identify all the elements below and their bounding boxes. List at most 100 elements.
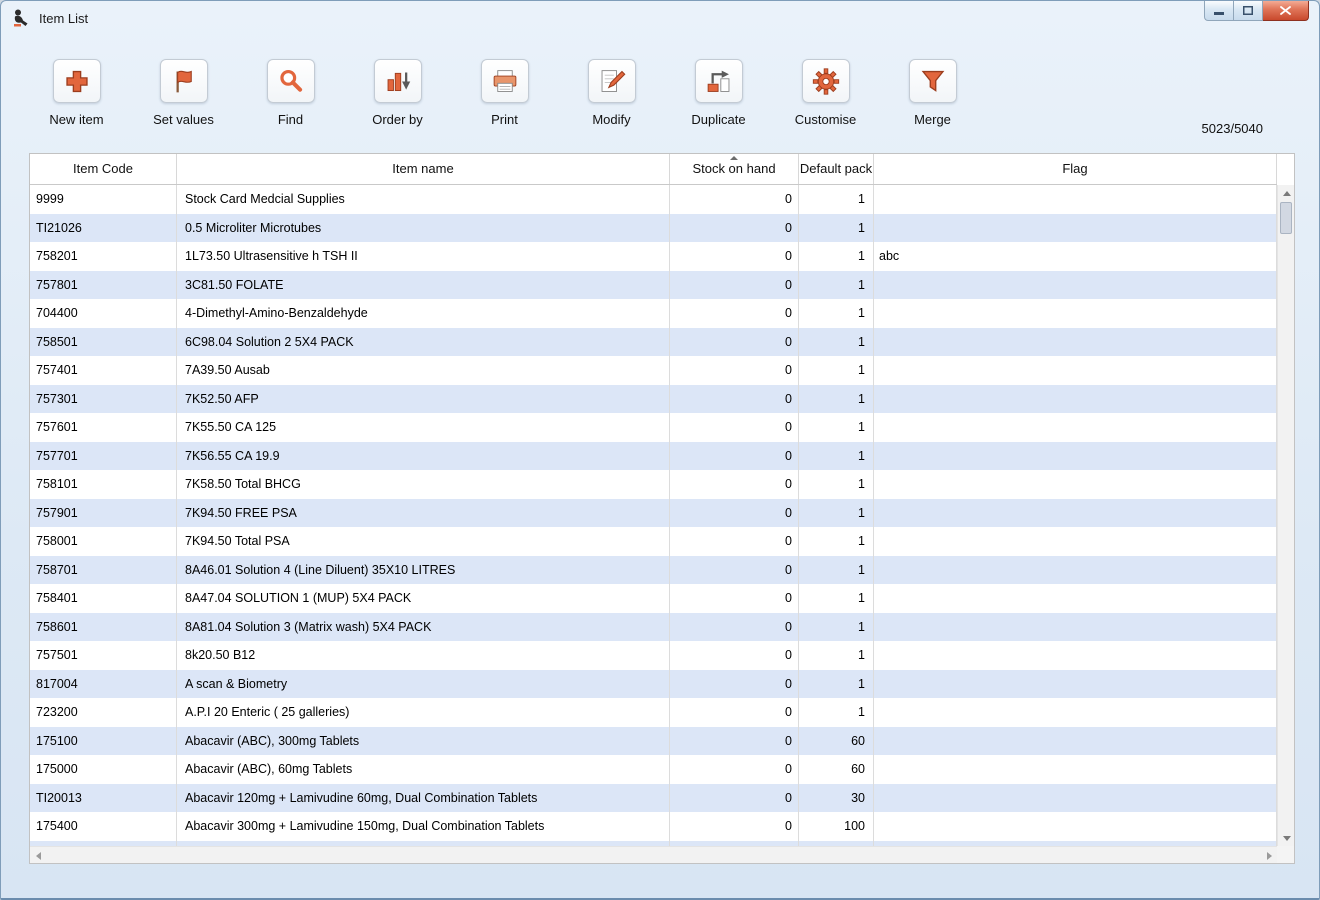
magnifier-icon[interactable] — [267, 59, 315, 103]
cell-code: 758401 — [30, 584, 177, 613]
toolbar-button-label: Customise — [795, 112, 856, 127]
cell-stock: 0 — [670, 328, 799, 357]
flag-icon[interactable] — [160, 59, 208, 103]
toolbar-button-set-values[interactable]: Set values — [130, 59, 237, 143]
item-list-window: Item List New item Set values FindOrder by… — [0, 0, 1320, 900]
cell-pack: 60 — [799, 727, 874, 756]
sort-bars-icon[interactable] — [374, 59, 422, 103]
column-header-label: Item name — [392, 162, 453, 176]
minimize-button[interactable] — [1204, 0, 1234, 21]
table-row[interactable]: 7585016C98.04 Solution 2 5X4 PACK01 — [30, 328, 1277, 357]
table-row[interactable]: 175000Abacavir (ABC), 60mg Tablets060 — [30, 755, 1277, 784]
toolbar-button-label: Print — [491, 112, 518, 127]
plus-icon[interactable] — [53, 59, 101, 103]
table-row[interactable]: 7574017A39.50 Ausab01 — [30, 356, 1277, 385]
cell-stock: 0 — [670, 413, 799, 442]
cell-flag — [874, 442, 1277, 471]
cell-pack: 1 — [799, 670, 874, 699]
table-row[interactable]: 175400Abacavir 300mg + Lamivudine 150mg,… — [30, 812, 1277, 841]
cell-flag — [874, 670, 1277, 699]
cell-code: 757801 — [30, 271, 177, 300]
funnel-icon[interactable] — [909, 59, 957, 103]
table-row[interactable]: 7587018A46.01 Solution 4 (Line Diluent) … — [30, 556, 1277, 585]
pencil-document-icon[interactable] — [588, 59, 636, 103]
gear-icon[interactable] — [802, 59, 850, 103]
cell-flag — [874, 556, 1277, 585]
table-row[interactable]: 7579017K94.50 FREE PSA01 — [30, 499, 1277, 528]
table-row[interactable]: 7575018k20.50 B1201 — [30, 641, 1277, 670]
app-icon — [11, 8, 31, 28]
toolbar-button-customise[interactable]: Customise — [772, 59, 879, 143]
scroll-down-icon[interactable] — [1278, 830, 1295, 846]
cell-name: A.P.I 20 Enteric ( 25 galleries) — [177, 698, 670, 727]
table-row[interactable]: 723200A.P.I 20 Enteric ( 25 galleries)01 — [30, 698, 1277, 727]
cell-pack: 1 — [799, 413, 874, 442]
item-count: 5023/5040 — [1202, 121, 1263, 136]
maximize-button[interactable] — [1234, 0, 1263, 21]
cell-flag: abc — [874, 242, 1277, 271]
cell-pack: 30 — [799, 784, 874, 813]
table-row[interactable]: 175100Abacavir (ABC), 300mg Tablets060 — [30, 727, 1277, 756]
cell-pack: 1 — [799, 214, 874, 243]
column-header-label: Item Code — [73, 162, 133, 176]
cell-flag — [874, 299, 1277, 328]
cell-name: 8A47.04 SOLUTION 1 (MUP) 5X4 PACK — [177, 584, 670, 613]
cell-code: TI21026 — [30, 214, 177, 243]
table-row[interactable]: TI210260.5 Microliter Microtubes01 — [30, 214, 1277, 243]
vertical-scrollbar[interactable] — [1277, 185, 1294, 846]
cell-flag — [874, 527, 1277, 556]
column-header-stock-on-hand[interactable]: Stock on hand — [670, 154, 799, 184]
cell-name: A scan & Biometry — [177, 670, 670, 699]
toolbar-button-find[interactable]: Find — [237, 59, 344, 143]
table-row[interactable]: 7044004-Dimethyl-Amino-Benzaldehyde01 — [30, 299, 1277, 328]
cell-flag — [874, 584, 1277, 613]
toolbar-button-label: Set values — [153, 112, 214, 127]
table-row[interactable]: 7581017K58.50 Total BHCG01 — [30, 470, 1277, 499]
cell-stock: 0 — [670, 755, 799, 784]
cell-flag — [874, 755, 1277, 784]
vertical-scrollbar-thumb[interactable] — [1280, 202, 1292, 234]
table-row[interactable]: 7576017K55.50 CA 12501 — [30, 413, 1277, 442]
scroll-left-icon[interactable] — [30, 847, 46, 864]
toolbar-button-duplicate[interactable]: Duplicate — [665, 59, 772, 143]
table-row[interactable]: 7584018A47.04 SOLUTION 1 (MUP) 5X4 PACK0… — [30, 584, 1277, 613]
cell-name: 3C81.50 FOLATE — [177, 271, 670, 300]
close-button[interactable] — [1263, 0, 1309, 21]
table-row[interactable]: 817004A scan & Biometry01 — [30, 670, 1277, 699]
toolbar-button-print[interactable]: Print — [451, 59, 558, 143]
column-header-item-code[interactable]: Item Code — [30, 154, 177, 184]
scroll-up-icon[interactable] — [1278, 185, 1295, 201]
titlebar[interactable]: Item List — [1, 1, 1319, 37]
table-row[interactable]: 9999Stock Card Medcial Supplies01 — [30, 185, 1277, 214]
printer-icon[interactable] — [481, 59, 529, 103]
column-header-default-pack[interactable]: Default pack — [799, 154, 874, 184]
cell-code: 723200 — [30, 698, 177, 727]
cell-pack: 1 — [799, 641, 874, 670]
cell-stock: 0 — [670, 214, 799, 243]
scroll-right-icon[interactable] — [1261, 847, 1277, 864]
column-header-item-name[interactable]: Item name — [177, 154, 670, 184]
cell-stock: 0 — [670, 442, 799, 471]
cell-stock: 0 — [670, 356, 799, 385]
table-row[interactable]: 7586018A81.04 Solution 3 (Matrix wash) 5… — [30, 613, 1277, 642]
toolbar-button-order-by[interactable]: Order by — [344, 59, 451, 143]
toolbar-button-label: Modify — [592, 112, 630, 127]
table-row[interactable]: 7577017K56.55 CA 19.901 — [30, 442, 1277, 471]
toolbar-button-new-item[interactable]: New item — [23, 59, 130, 143]
toolbar-button-modify[interactable]: Modify — [558, 59, 665, 143]
table-row[interactable]: 7573017K52.50 AFP01 — [30, 385, 1277, 414]
cell-pack: 1 — [799, 527, 874, 556]
column-header-flag[interactable]: Flag — [874, 154, 1277, 184]
table-row[interactable]: 7578013C81.50 FOLATE01 — [30, 271, 1277, 300]
table-row[interactable]: 7580017K94.50 Total PSA01 — [30, 527, 1277, 556]
column-header-label: Flag — [1062, 162, 1087, 176]
table-row[interactable]: TI20013Abacavir 120mg + Lamivudine 60mg,… — [30, 784, 1277, 813]
cell-stock: 0 — [670, 242, 799, 271]
table-row[interactable]: 7582011L73.50 Ultrasensitive h TSH II01a… — [30, 242, 1277, 271]
cell-flag — [874, 698, 1277, 727]
horizontal-scrollbar[interactable] — [30, 846, 1277, 863]
duplicate-arrow-icon[interactable] — [695, 59, 743, 103]
cell-flag — [874, 271, 1277, 300]
toolbar-button-merge[interactable]: Merge — [879, 59, 986, 143]
cell-code: 817004 — [30, 670, 177, 699]
